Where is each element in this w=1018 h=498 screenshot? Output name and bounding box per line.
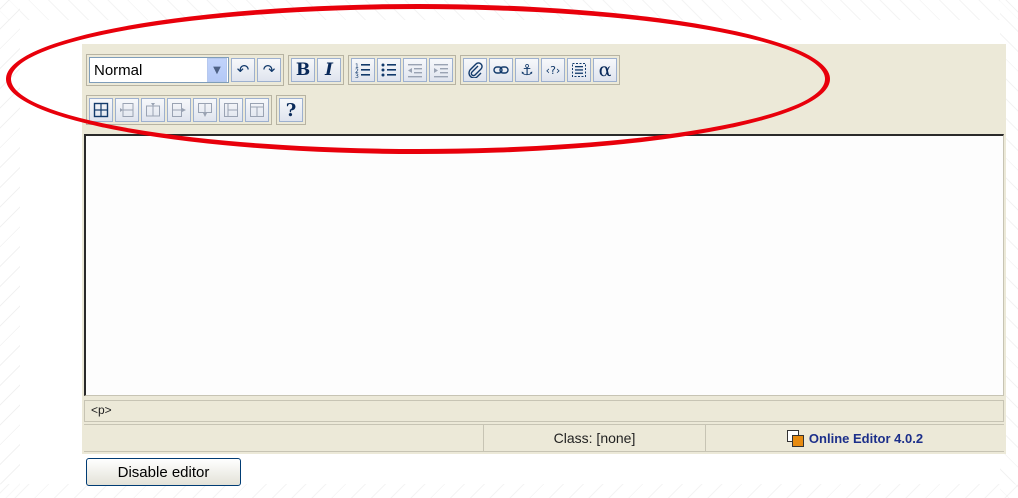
italic-button[interactable]: I bbox=[317, 58, 341, 82]
split-cell-button[interactable] bbox=[245, 98, 269, 122]
undo-icon: ↶ bbox=[236, 61, 250, 79]
torn-edge-left bbox=[0, 0, 20, 498]
merge-cells-button[interactable] bbox=[219, 98, 243, 122]
toolbar-row-1: Normal ▼ ↶ ↷ B I 1 2 3 ⚓ ‹?› α bbox=[86, 54, 624, 86]
alpha-icon: α bbox=[598, 59, 612, 81]
insert-column-button[interactable] bbox=[141, 98, 165, 122]
insert-row-icon bbox=[120, 103, 134, 117]
indent-button[interactable] bbox=[429, 58, 453, 82]
torn-edge-top bbox=[0, 0, 1018, 20]
insert-column-icon bbox=[146, 103, 160, 117]
abbreviation-icon: ‹?› bbox=[545, 63, 561, 77]
class-status: Class: [none] bbox=[484, 425, 706, 451]
undo-button[interactable]: ↶ bbox=[231, 58, 255, 82]
status-cell-empty bbox=[84, 425, 484, 451]
ordered-list-button[interactable]: 1 2 3 bbox=[351, 58, 375, 82]
style-group: B I bbox=[288, 55, 344, 85]
blockquote-icon bbox=[572, 63, 586, 77]
help-icon: ? bbox=[285, 99, 297, 121]
redo-button[interactable]: ↷ bbox=[257, 58, 281, 82]
table-group bbox=[86, 95, 272, 125]
delete-column-button[interactable] bbox=[193, 98, 217, 122]
disable-editor-button[interactable]: Disable editor bbox=[86, 458, 241, 486]
special-char-button[interactable]: α bbox=[593, 58, 617, 82]
format-group: Normal ▼ ↶ ↷ bbox=[86, 54, 284, 86]
status-bar: Class: [none] Online Editor 4.0.2 bbox=[84, 424, 1004, 452]
brand-link[interactable]: Online Editor 4.0.2 bbox=[809, 431, 923, 446]
anchor-icon: ⚓ bbox=[520, 61, 534, 79]
torn-edge-bottom bbox=[0, 484, 1018, 498]
outdent-icon bbox=[408, 64, 422, 78]
anchor-button[interactable]: ⚓ bbox=[515, 58, 539, 82]
list-group: 1 2 3 bbox=[348, 55, 456, 85]
link-button[interactable] bbox=[489, 58, 513, 82]
table-icon bbox=[93, 102, 109, 118]
unordered-list-icon bbox=[381, 63, 396, 77]
class-status-text: Class: [none] bbox=[553, 430, 636, 446]
delete-row-button[interactable] bbox=[167, 98, 191, 122]
blockquote-button[interactable] bbox=[567, 58, 591, 82]
paperclip-icon bbox=[468, 62, 483, 78]
outdent-button[interactable] bbox=[403, 58, 427, 82]
link-icon bbox=[493, 66, 509, 74]
disable-editor-label: Disable editor bbox=[117, 463, 210, 481]
indent-icon bbox=[434, 64, 448, 78]
insert-row-button[interactable] bbox=[115, 98, 139, 122]
toolbar-row-2: ? bbox=[86, 94, 310, 126]
unordered-list-button[interactable] bbox=[377, 58, 401, 82]
italic-icon: I bbox=[325, 60, 333, 80]
format-select[interactable]: Normal ▼ bbox=[89, 57, 229, 83]
brand-status[interactable]: Online Editor 4.0.2 bbox=[706, 425, 1004, 451]
split-cell-icon bbox=[250, 103, 264, 117]
abbreviation-button[interactable]: ‹?› bbox=[541, 58, 565, 82]
chevron-down-icon[interactable]: ▼ bbox=[207, 58, 227, 82]
bold-button[interactable]: B bbox=[291, 58, 315, 82]
editor-logo-icon bbox=[786, 430, 805, 447]
help-group: ? bbox=[276, 95, 306, 125]
rich-text-editor: Normal ▼ ↶ ↷ B I 1 2 3 ⚓ ‹?› α ? <p> Cla… bbox=[82, 44, 1006, 454]
insert-table-button[interactable] bbox=[89, 98, 113, 122]
editing-area[interactable] bbox=[84, 134, 1004, 396]
attach-button[interactable] bbox=[463, 58, 487, 82]
insert-group: ⚓ ‹?› α bbox=[460, 55, 620, 85]
element-path-bar: <p> bbox=[84, 400, 1004, 422]
ordered-list-icon: 1 2 3 bbox=[355, 63, 370, 78]
delete-row-icon bbox=[172, 103, 186, 117]
bold-icon: B bbox=[295, 60, 311, 80]
help-button[interactable]: ? bbox=[279, 98, 303, 122]
format-select-value: Normal bbox=[94, 61, 143, 79]
merge-cells-icon bbox=[224, 103, 238, 117]
svg-text:3: 3 bbox=[355, 73, 359, 78]
delete-column-icon bbox=[198, 103, 212, 117]
redo-icon: ↷ bbox=[262, 61, 276, 79]
element-path-text: <p> bbox=[91, 403, 112, 417]
